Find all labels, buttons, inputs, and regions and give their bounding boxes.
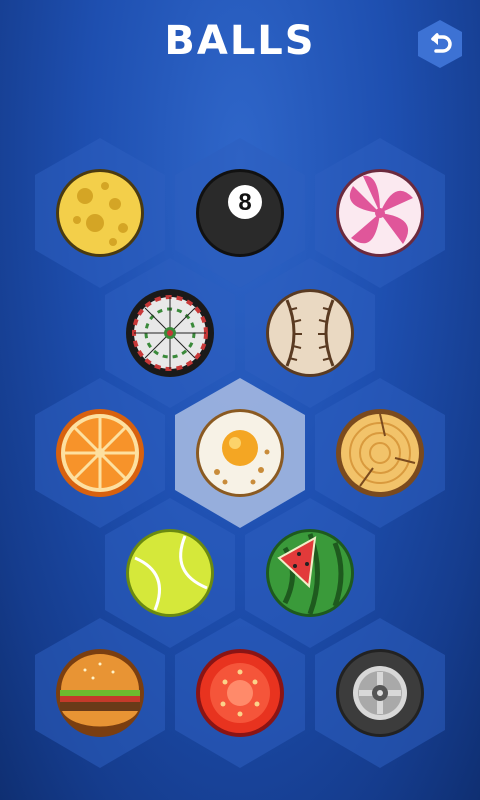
- 8-ball-icon: 8: [195, 168, 285, 258]
- 8-ball-number: 8: [238, 189, 251, 216]
- ball-slot-burger[interactable]: [35, 618, 165, 768]
- undo-arrow-icon: [418, 20, 462, 68]
- candy-ball-icon: [335, 168, 425, 258]
- ball-slot-tire[interactable]: [315, 618, 445, 768]
- watermelon-ball-icon: [265, 528, 355, 618]
- wood-log-ball-icon: [335, 408, 425, 498]
- page-title: BALLS: [164, 18, 316, 64]
- dartboard-ball-icon: [125, 288, 215, 378]
- tire-ball-icon: [335, 648, 425, 738]
- tomato-ball-icon: [195, 648, 285, 738]
- back-button[interactable]: [416, 18, 464, 70]
- ball-slot-tomato[interactable]: [175, 618, 305, 768]
- cheese-ball-icon: [55, 168, 145, 258]
- fried-egg-ball-icon: [195, 408, 285, 498]
- orange-ball-icon: [55, 408, 145, 498]
- tennis-ball-icon: [125, 528, 215, 618]
- baseball-ball-icon: [265, 288, 355, 378]
- burger-ball-icon: [55, 648, 145, 738]
